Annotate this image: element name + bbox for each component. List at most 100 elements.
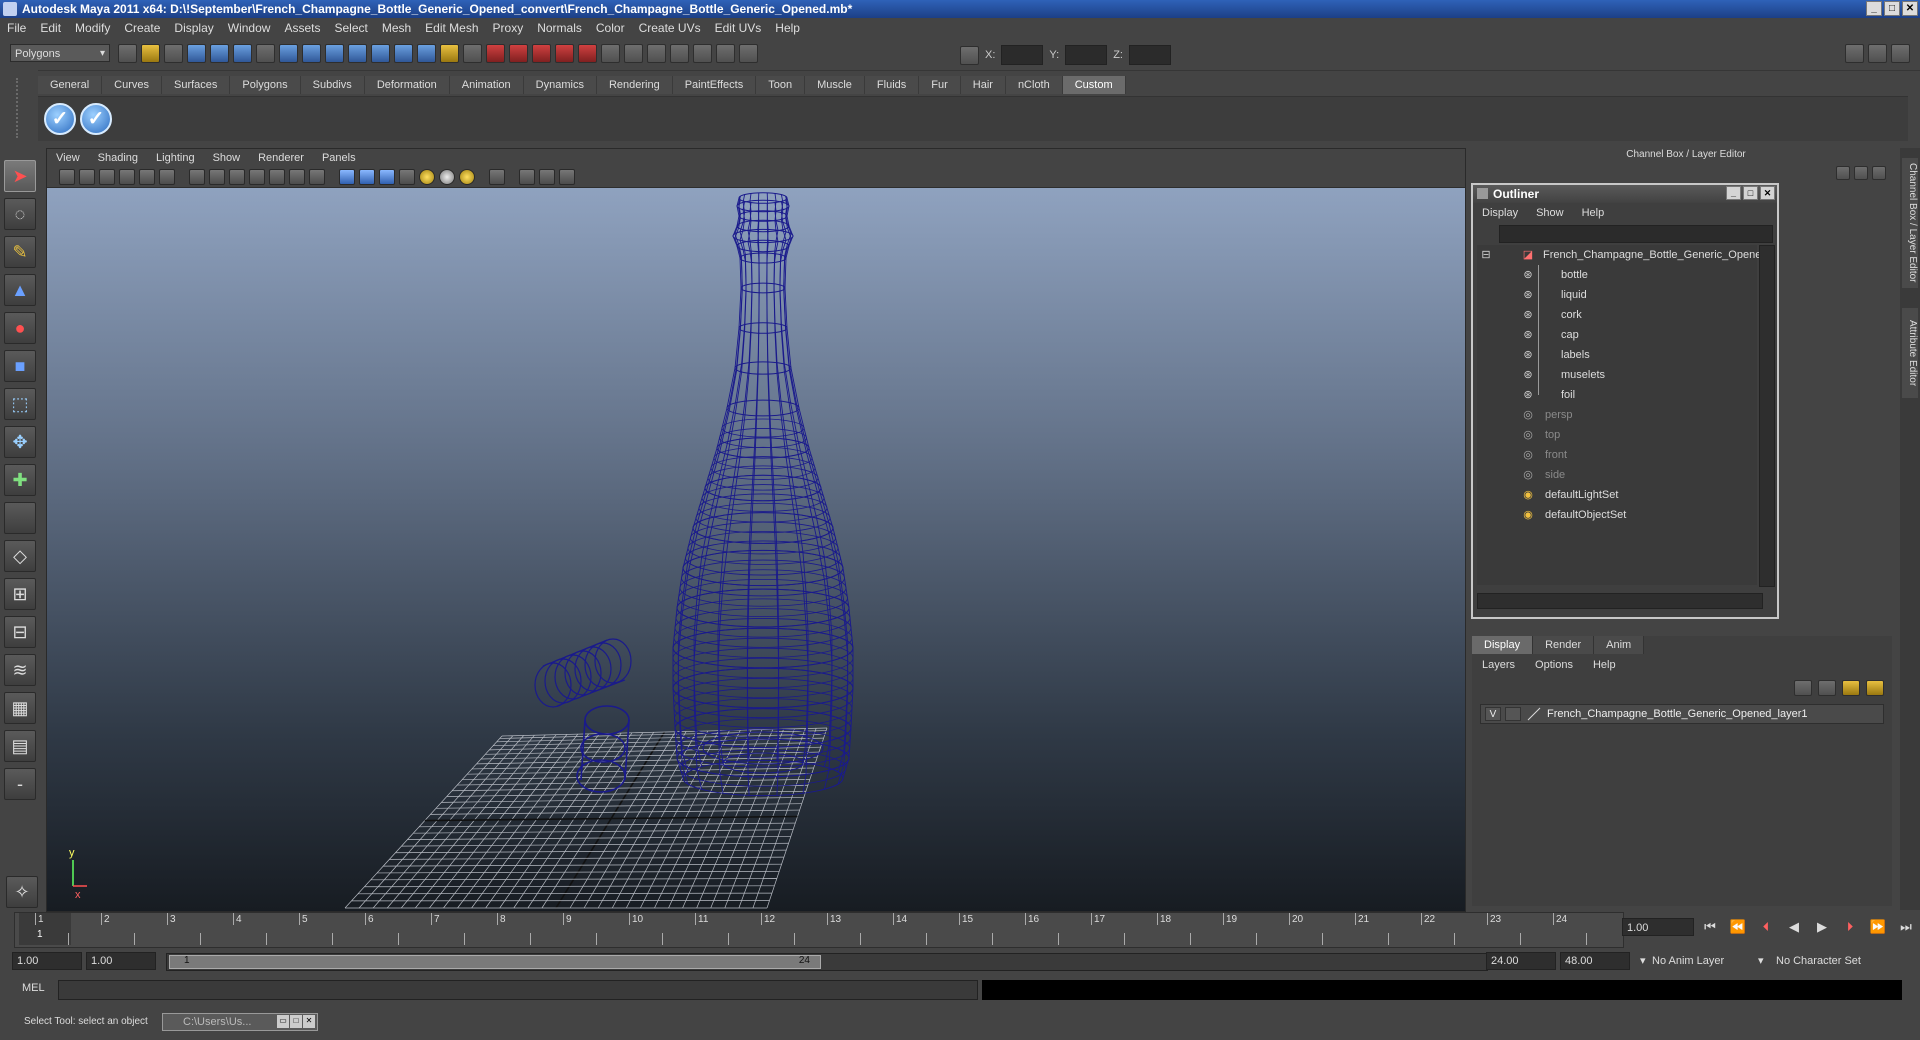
- backface-culling-icon[interactable]: [559, 169, 575, 185]
- vp-menu-shading[interactable]: Shading: [89, 152, 147, 164]
- menu-file[interactable]: File: [0, 21, 33, 35]
- camera-attributes-icon[interactable]: [79, 169, 95, 185]
- outliner-menu-show[interactable]: Show: [1527, 207, 1573, 219]
- side-tab-attribute-editor[interactable]: Attribute Editor: [1902, 308, 1918, 398]
- wireframe-icon[interactable]: [339, 169, 355, 185]
- x-ray-icon[interactable]: [519, 169, 535, 185]
- lock-selection-icon[interactable]: [440, 44, 459, 63]
- play-forward-icon[interactable]: ▶: [1812, 918, 1832, 936]
- image-plane-icon[interactable]: [119, 169, 135, 185]
- render-current-icon[interactable]: [693, 44, 712, 63]
- layer-menu-help[interactable]: Help: [1583, 659, 1626, 671]
- soft-modification-icon[interactable]: ✥: [4, 426, 36, 458]
- perspective-viewport[interactable]: y x: [47, 188, 1465, 911]
- tab-general[interactable]: General: [38, 76, 103, 94]
- tool-settings-toggle-icon[interactable]: [1868, 44, 1887, 63]
- time-slider[interactable]: 1 1 2 3 4 5 6 7 8 9 10 11 12 13 14 15 16 17 18 19 20 21 22 23 2…: [14, 912, 1624, 948]
- step-forward-key-icon[interactable]: ⏵: [1840, 918, 1860, 936]
- tab-muscle[interactable]: Muscle: [805, 76, 865, 94]
- character-set-selector[interactable]: No Character Set: [1776, 952, 1861, 970]
- cork-wireframe[interactable]: [534, 638, 632, 708]
- vp-menu-view[interactable]: View: [47, 152, 89, 164]
- field-chart-icon[interactable]: [269, 169, 285, 185]
- maximize-icon[interactable]: □: [290, 1015, 302, 1028]
- menu-normals[interactable]: Normals: [530, 21, 589, 35]
- grid-toggle-icon[interactable]: [189, 169, 205, 185]
- playback-end-field[interactable]: 24.00: [1486, 952, 1556, 970]
- z-field[interactable]: [1128, 45, 1171, 65]
- layer-tab-display[interactable]: Display: [1472, 636, 1534, 654]
- highlight-selection-icon[interactable]: [463, 44, 482, 63]
- move-tool-icon[interactable]: ▲: [4, 274, 36, 306]
- playback-start-field[interactable]: 1.00: [86, 952, 156, 970]
- snap-point-icon[interactable]: [532, 44, 551, 63]
- menu-window[interactable]: Window: [221, 21, 278, 35]
- shelf-grip[interactable]: [16, 78, 28, 138]
- show-manipulator-icon[interactable]: ✚: [4, 464, 36, 496]
- hypershade-layout-icon[interactable]: ▦: [4, 692, 36, 724]
- layer-menu-layers[interactable]: Layers: [1472, 659, 1525, 671]
- command-input[interactable]: [58, 980, 978, 1000]
- menu-color[interactable]: Color: [589, 21, 632, 35]
- smooth-shade-icon[interactable]: [359, 169, 375, 185]
- minimize-button[interactable]: _: [1866, 1, 1882, 16]
- collapse-toggle[interactable]: ⊟: [1479, 245, 1493, 265]
- select-tool-icon[interactable]: ➤: [4, 160, 36, 192]
- range-slider[interactable]: 1 24: [166, 953, 1488, 971]
- render-settings-icon[interactable]: [739, 44, 758, 63]
- x-field[interactable]: [1001, 45, 1044, 65]
- menu-help[interactable]: Help: [768, 21, 807, 35]
- outliner-maximize-button[interactable]: □: [1743, 186, 1758, 200]
- paint-select-tool-icon[interactable]: ✎: [4, 236, 36, 268]
- tab-hair[interactable]: Hair: [960, 76, 1006, 94]
- snap-grid-icon[interactable]: [486, 44, 505, 63]
- create-layer-from-selected-icon[interactable]: [1866, 680, 1884, 696]
- isolate-select-icon[interactable]: [489, 169, 505, 185]
- bookmarks-icon[interactable]: [99, 169, 115, 185]
- grease-pencil-icon[interactable]: [159, 169, 175, 185]
- tab-animation[interactable]: Animation: [449, 76, 524, 94]
- persp-outliner-layout-icon[interactable]: ⊟: [4, 616, 36, 648]
- menu-create[interactable]: Create: [117, 21, 167, 35]
- single-perspective-layout-icon[interactable]: ◇: [4, 540, 36, 572]
- attribute-editor-toggle-icon[interactable]: [1845, 44, 1864, 63]
- menu-mesh[interactable]: Mesh: [375, 21, 418, 35]
- save-scene-icon[interactable]: [164, 44, 183, 63]
- outliner-menu-display[interactable]: Display: [1473, 207, 1527, 219]
- tab-painteffects[interactable]: PaintEffects: [672, 76, 757, 94]
- snap-view-plane-icon[interactable]: [555, 44, 574, 63]
- tab-dynamics[interactable]: Dynamics: [523, 76, 597, 94]
- film-gate-icon[interactable]: [209, 169, 225, 185]
- select-handles-icon[interactable]: [279, 44, 298, 63]
- two-d-pan-zoom-icon[interactable]: [139, 169, 155, 185]
- menu-create-uvs[interactable]: Create UVs: [632, 21, 708, 35]
- play-backward-icon[interactable]: ◀: [1784, 918, 1804, 936]
- menu-display[interactable]: Display: [167, 21, 220, 35]
- layer-playback-toggle[interactable]: [1505, 707, 1521, 721]
- vp-menu-lighting[interactable]: Lighting: [147, 152, 204, 164]
- last-tool-icon[interactable]: [4, 502, 36, 534]
- outliner-horizontal-scrollbar[interactable]: [1477, 593, 1763, 609]
- tab-toon[interactable]: Toon: [756, 76, 806, 94]
- restore-icon[interactable]: ▭: [277, 1015, 289, 1028]
- current-frame-marker[interactable]: 1: [19, 913, 71, 945]
- x-ray-joints-icon[interactable]: [539, 169, 555, 185]
- menu-assets[interactable]: Assets: [277, 21, 327, 35]
- select-camera-icon[interactable]: [59, 169, 75, 185]
- command-language-label[interactable]: MEL: [22, 982, 45, 994]
- shadows-icon[interactable]: [439, 169, 455, 185]
- go-to-end-icon[interactable]: ⏭: [1896, 918, 1916, 936]
- char-set-dropdown-arrow[interactable]: ▾: [1758, 952, 1764, 970]
- vp-menu-renderer[interactable]: Renderer: [249, 152, 313, 164]
- tab-subdivs[interactable]: Subdivs: [300, 76, 365, 94]
- tab-polygons[interactable]: Polygons: [230, 76, 301, 94]
- end-time-field[interactable]: 48.00: [1560, 952, 1630, 970]
- close-icon[interactable]: ✕: [303, 1015, 315, 1028]
- menu-edit[interactable]: Edit: [33, 21, 68, 35]
- cb-tool-icon[interactable]: [1854, 166, 1868, 180]
- high-quality-icon[interactable]: [459, 169, 475, 185]
- start-time-field[interactable]: 1.00: [12, 952, 82, 970]
- move-layer-up-icon[interactable]: [1794, 680, 1812, 696]
- tab-custom[interactable]: Custom: [1062, 76, 1126, 94]
- cb-tool-icon[interactable]: [1872, 166, 1886, 180]
